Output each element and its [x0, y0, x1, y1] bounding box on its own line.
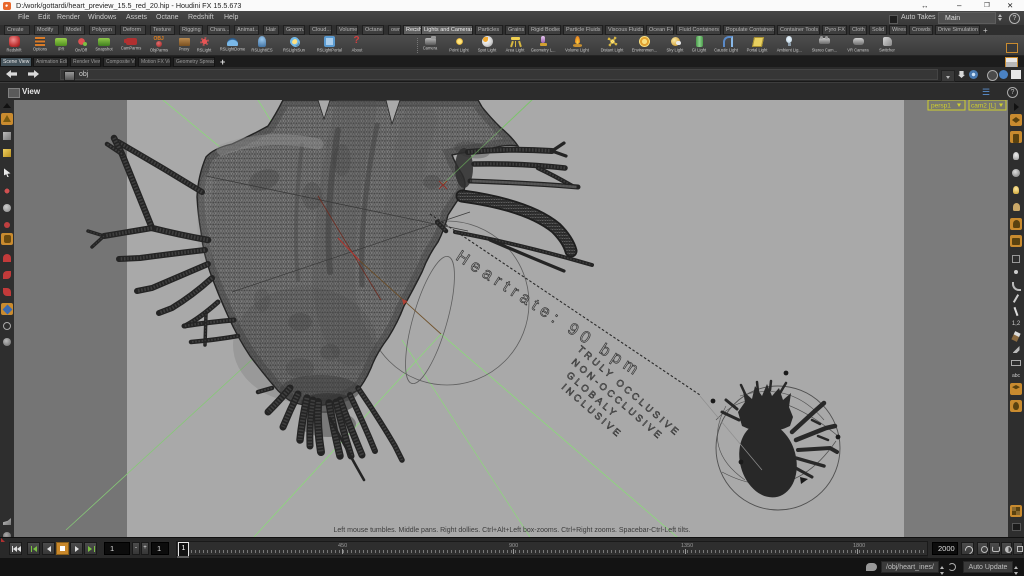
svg-text:cam2 [L]: cam2 [L] — [971, 103, 996, 110]
svg-text:persp1: persp1 — [931, 103, 951, 110]
svg-text:Left mouse tumbles. Middle pa: Left mouse tumbles. Middle pans. Right d… — [334, 527, 691, 534]
